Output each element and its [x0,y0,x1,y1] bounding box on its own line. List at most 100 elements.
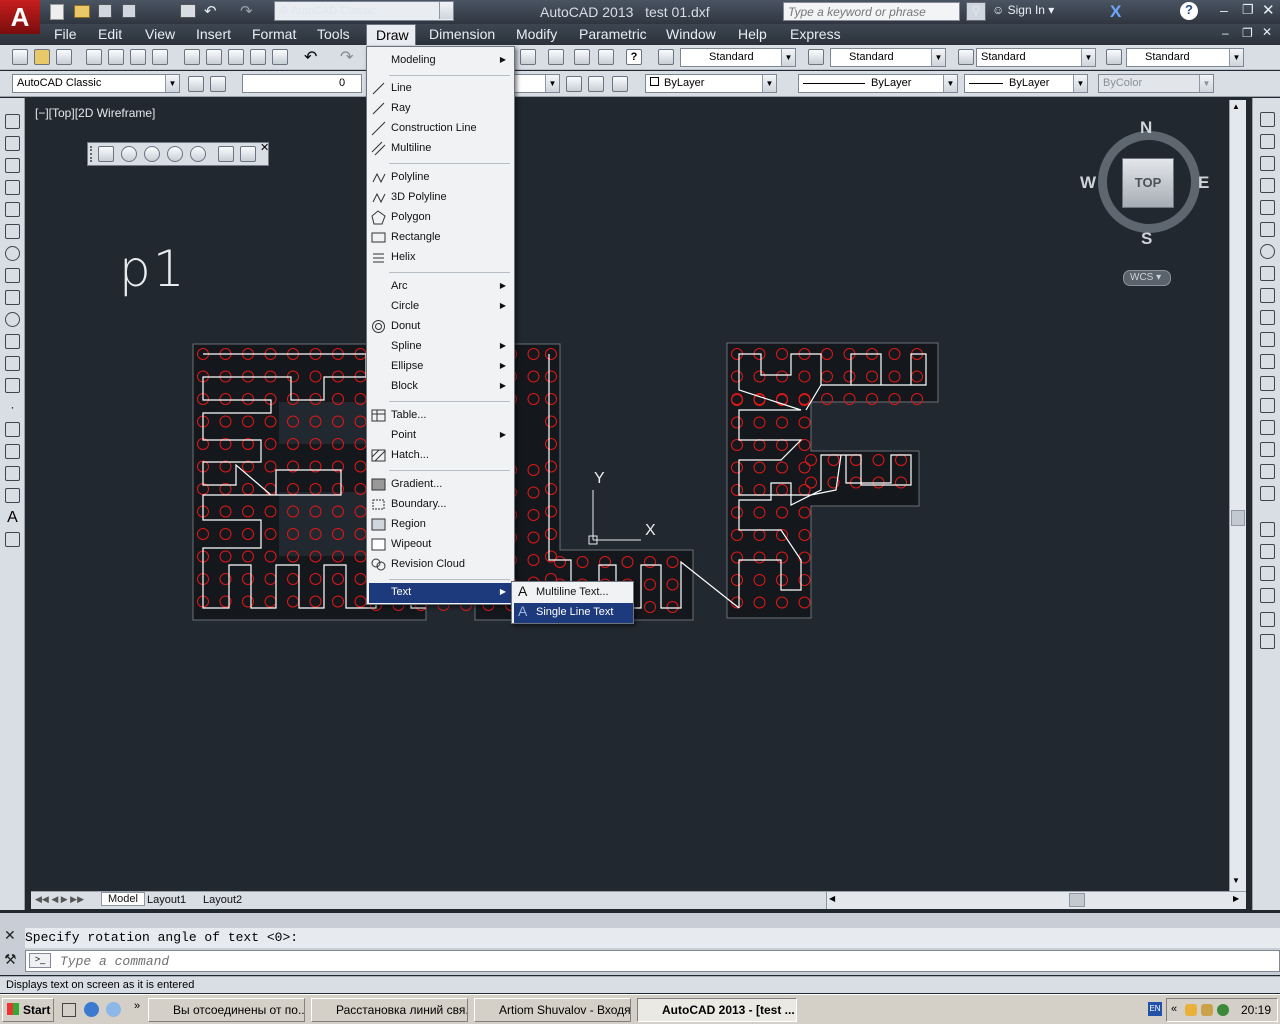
mirror-icon[interactable] [1260,156,1275,171]
doc-restore-button[interactable]: ❐ [1242,26,1253,40]
menu-help[interactable]: Help [738,26,767,42]
ellipse-tool-icon[interactable] [5,312,20,327]
design-center-icon[interactable] [574,49,590,65]
chamfer-icon[interactable] [1260,420,1275,435]
vertical-scroll-thumb[interactable] [1231,510,1245,526]
dim-style-icon[interactable] [808,49,824,65]
workspace-combo[interactable]: AutoCAD Classic ▼ [12,74,180,93]
scale-icon[interactable] [1260,266,1275,281]
compass-w[interactable]: W [1080,173,1096,193]
menu-item-spline[interactable]: Spline ▶ [369,337,512,357]
properties-icon[interactable] [548,49,564,65]
language-indicator[interactable]: EN [1148,1002,1162,1016]
publish-icon[interactable] [130,49,146,65]
restore-button[interactable]: ❐ [1242,2,1254,18]
menu-item-ellipse[interactable]: Ellipse ▶ [369,357,512,377]
task-button-3[interactable]: Artiom Shuvalov - Входя... [474,998,631,1022]
tab-layout2[interactable]: Layout2 [203,894,242,906]
menu-item-block[interactable]: Block ▶ [369,377,512,397]
block-editor-icon[interactable] [272,49,288,65]
menu-edit[interactable]: Edit [98,26,122,42]
mleader-style-dropdown[interactable]: Standard ▼ [1126,48,1244,67]
menu-item-revision-cloud[interactable]: Revision Cloud [369,555,512,575]
circle-tool-icon[interactable] [5,246,20,261]
menu-item-ray[interactable]: Ray [369,99,512,119]
sign-in-button[interactable]: ☺ Sign In ▾ [992,3,1054,17]
save-icon[interactable] [56,49,72,65]
ie-icon[interactable] [84,1002,99,1017]
plot-preview-icon[interactable] [108,49,124,65]
tray-app-icon[interactable] [1185,1004,1197,1016]
match-properties-icon[interactable] [250,49,266,65]
revision-cloud-tool-icon[interactable] [5,268,20,283]
workspace-settings-icon[interactable] [188,76,204,92]
task-button-autocad[interactable]: AutoCAD 2013 - [test ... [637,998,797,1022]
autocad-logo-icon[interactable]: A [0,0,40,34]
table-style-dropdown[interactable]: Standard ▼ [976,48,1096,67]
menu-item-boundary[interactable]: Boundary... [369,495,512,515]
point-tool-icon[interactable]: · [5,400,20,415]
stretch-icon[interactable] [1260,288,1275,303]
menu-item-arc[interactable]: Arc ▶ [369,277,512,297]
exchange-icon[interactable]: X [1110,2,1121,22]
close-button[interactable]: ✕ [1262,1,1275,19]
text-to-front-icon[interactable] [1260,612,1275,627]
line-tool-icon[interactable] [5,114,20,129]
undo-icon[interactable]: ↶ [304,47,317,67]
draworder-front-icon[interactable] [1260,522,1275,537]
break-icon[interactable] [1260,376,1275,391]
doc-close-button[interactable]: ✕ [1262,25,1272,39]
region-tool-icon[interactable] [5,466,20,481]
help-icon[interactable]: ? [1180,2,1198,20]
insert-block-tool-icon[interactable] [5,356,20,371]
vertical-scrollbar[interactable]: ▲ ▼ [1229,100,1246,891]
rectangle-tool-icon[interactable] [5,202,20,217]
task-button-2[interactable]: Расстановка линий свя... [311,998,468,1022]
menu-item-multiline-text[interactable]: A Multiline Text... [514,583,633,603]
qat-open-icon[interactable] [74,5,90,18]
tool-palettes-icon[interactable] [598,49,614,65]
menu-item-line[interactable]: Line [369,79,512,99]
menu-dimension[interactable]: Dimension [429,26,495,42]
menu-item-point[interactable]: Point ▶ [369,426,512,446]
compass-n[interactable]: N [1140,118,1152,138]
paste-icon[interactable] [228,49,244,65]
draworder-back-icon[interactable] [1260,544,1275,559]
search-input[interactable]: Type a keyword or phrase [783,2,960,21]
array-icon[interactable] [1260,200,1275,215]
menu-item-multiline[interactable]: Multiline [369,139,512,159]
menu-item-wipeout[interactable]: Wipeout [369,535,512,555]
cut-icon[interactable] [184,49,200,65]
menu-parametric[interactable]: Parametric [579,26,647,42]
text-style-icon[interactable] [658,49,674,65]
qat-new-icon[interactable] [50,4,64,20]
rotate-icon[interactable] [1260,244,1275,259]
workspace-dropdown[interactable]: ⚙ AutoCAD Classic ▼ [274,1,454,21]
tray-security-icon[interactable] [1217,1004,1229,1016]
close-icon[interactable]: ✕ [4,927,16,944]
ellipse-arc-tool-icon[interactable] [5,334,20,349]
break-at-point-icon[interactable] [1260,354,1275,369]
task-button-1[interactable]: Вы отсоединены от по... [148,998,305,1022]
horizontal-scrollbar[interactable]: ◀ ▶ [826,892,1246,909]
menu-format[interactable]: Format [252,26,296,42]
scroll-right-icon[interactable]: ▶ [1233,894,1239,903]
menu-item-polyline[interactable]: Polyline [369,168,512,188]
draworder-under-icon[interactable] [1260,588,1275,603]
menu-view[interactable]: View [145,26,175,42]
layer-dropdown[interactable]: 0 [242,74,362,93]
menu-item-polygon[interactable]: Polygon [369,208,512,228]
join-icon[interactable] [1260,398,1275,413]
scroll-up-icon[interactable]: ▲ [1232,102,1240,111]
menu-file[interactable]: File [54,26,77,42]
new-icon[interactable] [12,49,28,65]
explode-icon[interactable] [1260,486,1275,501]
table-tool-icon[interactable] [5,488,20,503]
fillet-icon[interactable] [1260,442,1275,457]
wcs-menu-button[interactable]: WCS ▾ [1123,270,1171,286]
compass-e[interactable]: E [1198,173,1209,193]
blend-curves-icon[interactable] [1260,464,1275,479]
quicklaunch-more-icon[interactable]: » [134,1000,140,1012]
menu-item-donut[interactable]: Donut [369,317,512,337]
layer-previous-icon[interactable] [588,76,604,92]
